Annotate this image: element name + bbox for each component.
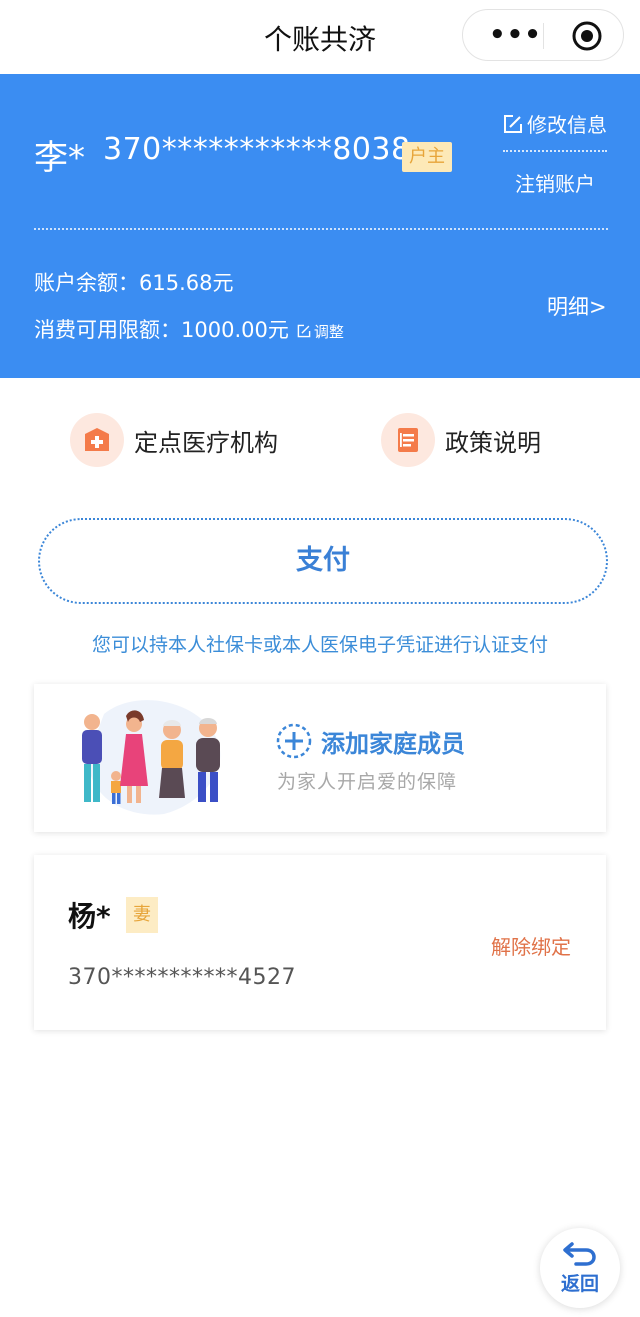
unbind-button[interactable]: 解除绑定: [491, 931, 571, 960]
medical-kit-icon: [70, 413, 124, 467]
designated-medical-institution-entry[interactable]: 定点医疗机构: [70, 410, 278, 470]
card-divider: [34, 228, 608, 230]
relation-badge: 妻: [126, 897, 158, 933]
capsule-divider: [543, 23, 544, 49]
add-family-member-card[interactable]: 添加家庭成员 为家人开启爱的保障: [34, 684, 606, 832]
return-arrow-icon: [563, 1242, 596, 1266]
mini-program-capsule: •••: [462, 9, 624, 61]
add-family-member-title: 添加家庭成员: [321, 730, 465, 758]
adjust-label: 调整: [313, 322, 344, 341]
back-button[interactable]: 返回: [540, 1228, 620, 1308]
consumption-limit: 消费可用限额：1000.00元 调整: [34, 314, 344, 344]
role-badge: 户主: [402, 142, 452, 172]
more-dots-icon[interactable]: •••: [489, 22, 542, 48]
edit-info-label: 修改信息: [527, 113, 607, 137]
limit-text: 消费可用限额：1000.00元: [34, 318, 289, 342]
link-divider: [503, 150, 607, 152]
account-card: 李* 370***********8038 户主 修改信息 注销账户 账户余额：…: [0, 74, 640, 378]
policy-description-entry[interactable]: 政策说明: [381, 410, 541, 470]
target-circle-icon[interactable]: [571, 20, 603, 52]
cancel-account-link[interactable]: 注销账户: [515, 168, 595, 197]
owner-name: 李*: [34, 138, 85, 178]
edit-icon: [504, 114, 522, 133]
entry-label: 政策说明: [445, 428, 541, 457]
back-label: 返回: [560, 1273, 599, 1295]
account-balance: 账户余额：615.68元: [34, 271, 234, 295]
adjust-link[interactable]: 调整: [297, 321, 344, 342]
document-icon: [381, 413, 435, 467]
member-name: 杨*: [68, 900, 111, 933]
entry-label: 定点医疗机构: [134, 428, 278, 457]
pay-hint: 您可以持本人社保卡或本人医保电子凭证进行认证支付: [91, 634, 548, 656]
nav-bar: 个账共济 •••: [0, 0, 640, 74]
member-id-number: 370***********4527: [68, 965, 296, 990]
family-illustration: [82, 700, 221, 815]
add-family-member-subtitle: 为家人开启爱的保障: [277, 771, 458, 793]
edit-info-link[interactable]: 修改信息: [503, 109, 607, 138]
family-member-card: 杨* 妻 解除绑定 370***********4527: [34, 855, 606, 1030]
add-circle-icon: [276, 723, 312, 759]
owner-id-number: 370***********8038: [103, 132, 411, 167]
edit-icon: [297, 324, 311, 338]
detail-link[interactable]: 明细>: [547, 291, 607, 321]
pay-button[interactable]: 支付: [38, 518, 608, 604]
